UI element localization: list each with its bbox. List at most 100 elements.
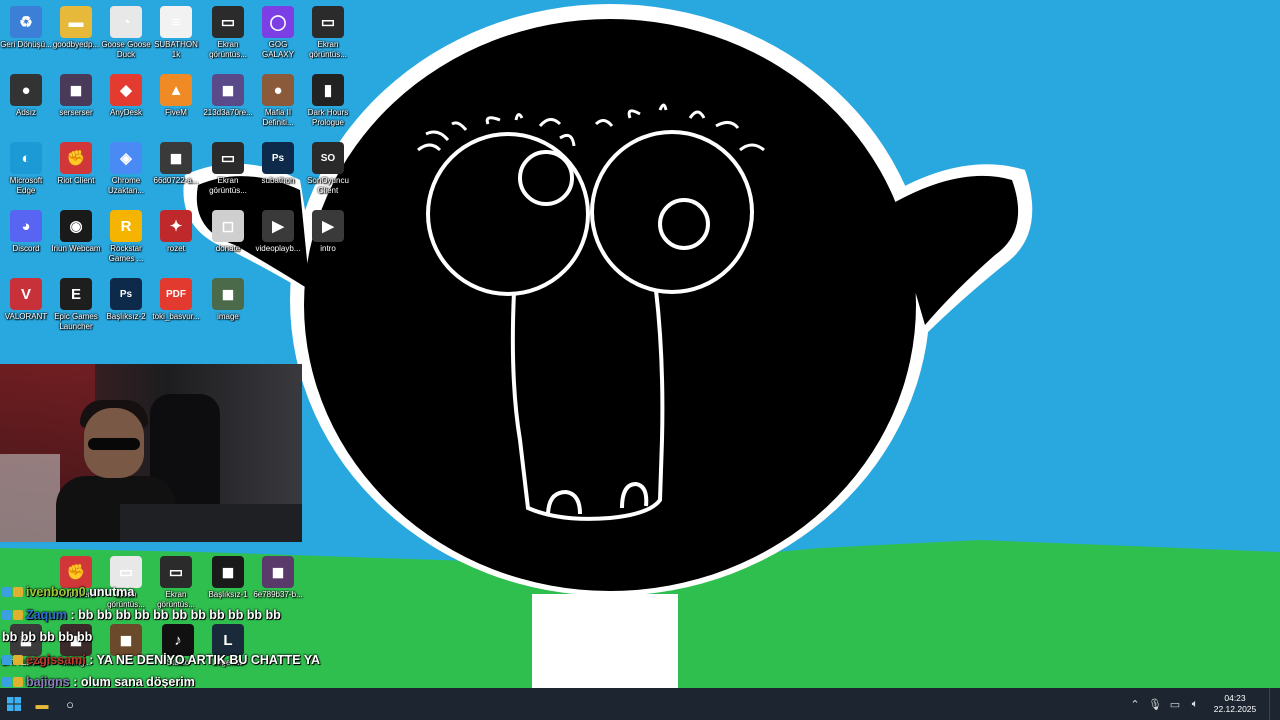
desktop-icon[interactable]: ✊ Riot Client [50,142,102,186]
epic-games-icon: E [60,278,92,310]
image-icon: ✦ [160,210,192,242]
network-icon: ▭ [1169,698,1181,711]
desktop-icon[interactable]: ▬ goodbyedp... [50,6,102,50]
chat-username: bajigns [26,675,70,689]
system-tray: ⌃ 🎙︎ ▭ 🔈︎ 04:23 22.12.2025 [1125,688,1280,720]
desktop-icon[interactable]: ◼ 6e789b37-b... [252,556,304,600]
desktop-icon[interactable]: ◼ image [202,278,254,322]
volume-button[interactable]: 🔈︎ [1185,698,1205,711]
desktop-icon[interactable]: ◉ Iriun Webcam [50,210,102,254]
desktop-icon[interactable]: ▶ videoplayb... [252,210,304,254]
desktop-icon-label: AnyDesk [109,108,142,117]
chat-message: bajigns : olum sana döşerim [2,675,195,689]
image-icon: ◼ [60,74,92,106]
desktop-icon[interactable]: ▭ Ekran görüntüs... [302,6,354,59]
chrome-remote-icon: ◈ [110,142,142,174]
network-button[interactable]: ▭ [1165,698,1185,711]
desktop-icon[interactable]: ♻ Geri Dönüşü... [0,6,52,50]
photoshop-icon: Ps [262,142,294,174]
desktop-icon[interactable]: R Rockstar Games ... [100,210,152,263]
desktop-icon[interactable]: ◼ serserser [50,74,102,118]
search-button[interactable]: ○ [56,690,84,718]
desktop-icon[interactable]: ● Mafia II Definiti... [252,74,304,127]
desktop-icon[interactable]: PDF toki_basvur... [150,278,202,322]
image-icon: ◼ [110,624,142,656]
desktop-icon-label: Riot Client [57,176,95,185]
desktop-icon-label: Iriun Webcam [51,244,101,253]
desktop-icon-label: Chrome Uzaktan... [107,176,144,195]
taskbar-clock[interactable]: 04:23 22.12.2025 [1207,693,1263,715]
chat-text: : bb bb bb bb bb bb bb bb bb bb bb [70,607,281,622]
desktop-icon[interactable]: ▭ Ekran görüntüs... [100,556,152,609]
desktop-icon[interactable]: E Epic Games Launcher [50,278,102,331]
desktop-icon[interactable]: ▭ Ekran görüntüs... [202,142,254,195]
folder-icon: ▬ [35,696,49,712]
start-button[interactable] [0,690,28,718]
webcam-overlay [0,364,302,542]
valorant-icon: V [10,278,42,310]
desktop-icon[interactable]: ✦ rozet [150,210,202,254]
desktop-icon-label: Başlıksız-2 [106,312,146,321]
chat-badge-icon [13,654,23,665]
desktop-icon-label: 6e789b37-b... [253,590,303,599]
desktop-icon[interactable]: ◔ Goose Goose Duck [100,6,152,59]
chat-text: unutma [89,585,135,599]
desktop-icon-label: 213d3a70re... [203,108,253,117]
chat-text: : YA NE DENİYO ARTIK BU CHATTE YA [89,652,321,667]
desktop-icon[interactable]: ◼ Başlıksız-1 [202,556,254,600]
taskbar: ▬ ○ ⌃ 🎙︎ ▭ 🔈︎ 04:23 22.12.2025 [0,688,1280,720]
desktop-icon[interactable]: ▭ Ekran görüntüs... [150,556,202,609]
desktop-icon-label: Goose Goose Duck [101,40,151,59]
desktop-icon-label: Ekran görüntüs... [209,176,247,195]
show-desktop-button[interactable] [1269,688,1280,720]
desktop-icon[interactable]: Ps subathon [252,142,304,186]
chevron-up-icon: ⌃ [1130,698,1140,711]
image-icon: ◼ [160,142,192,174]
search-icon: ○ [66,696,74,712]
chat-badge-icon [2,587,12,597]
desktop-icon[interactable]: V VALORANT [0,278,52,322]
desktop-icon-label: Adsız [15,108,36,117]
photoshop-icon: Ps [110,278,142,310]
desktop-icon[interactable]: ◯ GOG GALAXY [252,6,304,59]
desktop-icon[interactable]: ◈ Chrome Uzaktan... [100,142,152,195]
desktop-icon[interactable]: ◆ AnyDesk [100,74,152,118]
chat-badge-icon [2,677,12,687]
sonoyuncu-icon: SO [312,142,344,174]
taskbar-folder-button[interactable]: ▬ [28,690,56,718]
desktop-icon[interactable]: ≡ SUBATHON 1k [150,6,202,59]
image-icon: ◼ [212,74,244,106]
desktop-icon-label: Discord [12,244,40,253]
chat-message: bb bb bb bb bb [2,630,92,644]
desktop-icon[interactable]: ● Adsız [0,74,52,118]
desktop-icon-label: SUBATHON 1k [154,40,198,59]
clock-time: 04:23 [1224,693,1246,703]
screenshot-icon: ▭ [212,6,244,38]
desktop-icon-label: Ekran görüntüs... [209,40,247,59]
league-of-legends-icon: L [212,624,244,656]
desktop-icon[interactable]: ◕ Discord [0,210,52,254]
desktop-icon[interactable]: ▮ Dark Hours Prologue [302,74,354,127]
desktop-icon[interactable]: ▶ intro [302,210,354,254]
chat-text: : olum sana döşerim [73,675,195,689]
microphone-button[interactable]: 🎙︎ [1145,698,1165,711]
desktop-icon[interactable]: ◼ 66d0722-a... [150,142,202,186]
text-file-icon: ≡ [160,6,192,38]
chat-message: ezgissami : YA NE DENİYO ARTIK BU CHATTE… [2,653,320,667]
desktop-icon-label: FiveM [165,108,187,117]
desktop-icon-label: serserser [59,108,93,117]
desktop-icon-label: VALORANT [4,312,48,321]
discord-icon: ◕ [10,210,42,242]
edge-icon: ◐ [10,142,42,174]
desktop-icon[interactable]: ▭ Ekran görüntüs... [202,6,254,59]
desktop-icon[interactable]: SO SonOyuncu Client [302,142,354,195]
chat-badge-icon [2,654,12,665]
desktop-icon[interactable]: ◻ donate [202,210,254,254]
show-hidden-icons-button[interactable]: ⌃ [1125,698,1145,711]
desktop-icon[interactable]: ◼ 213d3a70re... [202,74,254,118]
desktop-icon[interactable]: ◐ Microsoft Edge [0,142,52,195]
desktop-icon[interactable]: ▲ FiveM [150,74,202,118]
image-icon: ◼ [262,556,294,588]
goose-icon: ◔ [110,6,142,38]
desktop-icon[interactable]: Ps Başlıksız-2 [100,278,152,322]
